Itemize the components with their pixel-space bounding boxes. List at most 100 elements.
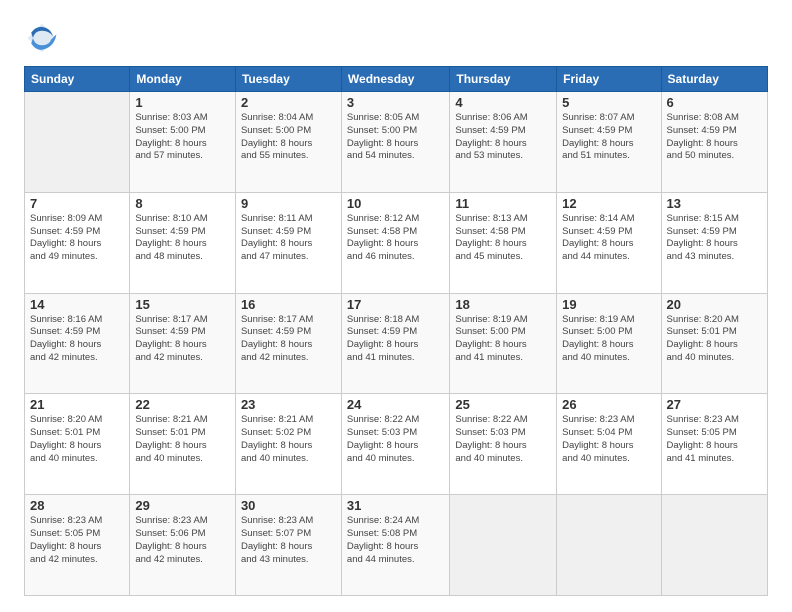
day-number: 5 [562,95,655,110]
day-info: Sunrise: 8:23 AM Sunset: 5:05 PM Dayligh… [667,414,762,465]
calendar-day-cell: 15 Sunrise: 8:17 AM Sunset: 4:59 PM Dayli… [130,293,236,394]
logo-icon [24,20,60,56]
day-number: 25 [455,397,551,412]
calendar-day-cell [557,495,661,596]
day-info: Sunrise: 8:04 AM Sunset: 5:00 PM Dayligh… [241,112,336,163]
day-info: Sunrise: 8:14 AM Sunset: 4:59 PM Dayligh… [562,213,655,264]
day-info: Sunrise: 8:16 AM Sunset: 4:59 PM Dayligh… [30,314,124,365]
calendar-day-cell: 10 Sunrise: 8:12 AM Sunset: 4:58 PM Dayli… [341,192,449,293]
calendar-day-cell: 31 Sunrise: 8:24 AM Sunset: 5:08 PM Dayli… [341,495,449,596]
day-number: 24 [347,397,444,412]
day-number: 22 [135,397,230,412]
day-info: Sunrise: 8:07 AM Sunset: 4:59 PM Dayligh… [562,112,655,163]
calendar-day-cell: 9 Sunrise: 8:11 AM Sunset: 4:59 PM Daylig… [235,192,341,293]
day-info: Sunrise: 8:05 AM Sunset: 5:00 PM Dayligh… [347,112,444,163]
calendar-day-cell: 27 Sunrise: 8:23 AM Sunset: 5:05 PM Dayli… [661,394,767,495]
day-number: 31 [347,498,444,513]
calendar-day-cell: 14 Sunrise: 8:16 AM Sunset: 4:59 PM Dayli… [25,293,130,394]
calendar-day-cell: 11 Sunrise: 8:13 AM Sunset: 4:58 PM Dayli… [450,192,557,293]
day-number: 15 [135,297,230,312]
day-number: 29 [135,498,230,513]
calendar-week-row: 1 Sunrise: 8:03 AM Sunset: 5:00 PM Daylig… [25,92,768,193]
calendar-day-header: Monday [130,67,236,92]
calendar-day-header: Saturday [661,67,767,92]
calendar-day-cell: 1 Sunrise: 8:03 AM Sunset: 5:00 PM Daylig… [130,92,236,193]
header [24,20,768,56]
day-number: 17 [347,297,444,312]
page: SundayMondayTuesdayWednesdayThursdayFrid… [0,0,792,612]
logo [24,20,64,56]
calendar-header-row: SundayMondayTuesdayWednesdayThursdayFrid… [25,67,768,92]
day-info: Sunrise: 8:23 AM Sunset: 5:07 PM Dayligh… [241,515,336,566]
calendar-week-row: 28 Sunrise: 8:23 AM Sunset: 5:05 PM Dayli… [25,495,768,596]
day-number: 1 [135,95,230,110]
calendar-week-row: 14 Sunrise: 8:16 AM Sunset: 4:59 PM Dayli… [25,293,768,394]
day-info: Sunrise: 8:23 AM Sunset: 5:06 PM Dayligh… [135,515,230,566]
calendar-day-cell: 18Sunrise: 8:19 AM Sunset: 5:00 PM Dayli… [450,293,557,394]
calendar-day-cell: 4 Sunrise: 8:06 AM Sunset: 4:59 PM Daylig… [450,92,557,193]
day-info: Sunrise: 8:13 AM Sunset: 4:58 PM Dayligh… [455,213,551,264]
day-number: 20 [667,297,762,312]
day-info: Sunrise: 8:08 AM Sunset: 4:59 PM Dayligh… [667,112,762,163]
calendar-day-cell: 3Sunrise: 8:05 AM Sunset: 5:00 PM Daylig… [341,92,449,193]
calendar-day-cell [661,495,767,596]
day-number: 30 [241,498,336,513]
calendar-day-header: Tuesday [235,67,341,92]
day-number: 2 [241,95,336,110]
calendar-day-header: Sunday [25,67,130,92]
day-number: 8 [135,196,230,211]
day-info: Sunrise: 8:06 AM Sunset: 4:59 PM Dayligh… [455,112,551,163]
day-number: 19 [562,297,655,312]
day-info: Sunrise: 8:11 AM Sunset: 4:59 PM Dayligh… [241,213,336,264]
calendar-day-cell [450,495,557,596]
day-number: 23 [241,397,336,412]
day-info: Sunrise: 8:23 AM Sunset: 5:04 PM Dayligh… [562,414,655,465]
day-info: Sunrise: 8:24 AM Sunset: 5:08 PM Dayligh… [347,515,444,566]
calendar-day-cell: 24 Sunrise: 8:22 AM Sunset: 5:03 PM Dayli… [341,394,449,495]
day-info: Sunrise: 8:19 AM Sunset: 5:00 PM Dayligh… [562,314,655,365]
calendar-day-cell: 5 Sunrise: 8:07 AM Sunset: 4:59 PM Daylig… [557,92,661,193]
day-number: 14 [30,297,124,312]
calendar-day-cell: 29 Sunrise: 8:23 AM Sunset: 5:06 PM Dayli… [130,495,236,596]
calendar-day-cell: 30 Sunrise: 8:23 AM Sunset: 5:07 PM Dayli… [235,495,341,596]
calendar-day-cell: 26 Sunrise: 8:23 AM Sunset: 5:04 PM Dayli… [557,394,661,495]
day-info: Sunrise: 8:19 AM Sunset: 5:00 PM Dayligh… [455,314,551,365]
calendar-day-header: Wednesday [341,67,449,92]
day-info: Sunrise: 8:20 AM Sunset: 5:01 PM Dayligh… [30,414,124,465]
day-info: Sunrise: 8:17 AM Sunset: 4:59 PM Dayligh… [135,314,230,365]
calendar-day-header: Thursday [450,67,557,92]
day-number: 26 [562,397,655,412]
calendar-day-cell: 12Sunrise: 8:14 AM Sunset: 4:59 PM Dayli… [557,192,661,293]
day-number: 10 [347,196,444,211]
day-info: Sunrise: 8:03 AM Sunset: 5:00 PM Dayligh… [135,112,230,163]
day-number: 27 [667,397,762,412]
calendar-day-cell: 21 Sunrise: 8:20 AM Sunset: 5:01 PM Dayli… [25,394,130,495]
day-info: Sunrise: 8:22 AM Sunset: 5:03 PM Dayligh… [347,414,444,465]
day-info: Sunrise: 8:12 AM Sunset: 4:58 PM Dayligh… [347,213,444,264]
calendar-day-cell: 16Sunrise: 8:17 AM Sunset: 4:59 PM Dayli… [235,293,341,394]
day-number: 13 [667,196,762,211]
day-number: 9 [241,196,336,211]
calendar-day-cell: 8Sunrise: 8:10 AM Sunset: 4:59 PM Daylig… [130,192,236,293]
calendar-table: SundayMondayTuesdayWednesdayThursdayFrid… [24,66,768,596]
calendar-week-row: 21 Sunrise: 8:20 AM Sunset: 5:01 PM Dayli… [25,394,768,495]
day-number: 11 [455,196,551,211]
calendar-day-cell: 6 Sunrise: 8:08 AM Sunset: 4:59 PM Daylig… [661,92,767,193]
day-info: Sunrise: 8:18 AM Sunset: 4:59 PM Dayligh… [347,314,444,365]
day-number: 6 [667,95,762,110]
day-number: 28 [30,498,124,513]
calendar-day-cell: 19 Sunrise: 8:19 AM Sunset: 5:00 PM Dayli… [557,293,661,394]
day-number: 4 [455,95,551,110]
day-info: Sunrise: 8:17 AM Sunset: 4:59 PM Dayligh… [241,314,336,365]
day-number: 7 [30,196,124,211]
calendar-day-header: Friday [557,67,661,92]
day-info: Sunrise: 8:22 AM Sunset: 5:03 PM Dayligh… [455,414,551,465]
calendar-day-cell: 28 Sunrise: 8:23 AM Sunset: 5:05 PM Dayli… [25,495,130,596]
day-info: Sunrise: 8:09 AM Sunset: 4:59 PM Dayligh… [30,213,124,264]
calendar-day-cell: 22 Sunrise: 8:21 AM Sunset: 5:01 PM Dayli… [130,394,236,495]
calendar-day-cell: 7 Sunrise: 8:09 AM Sunset: 4:59 PM Daylig… [25,192,130,293]
day-number: 21 [30,397,124,412]
day-info: Sunrise: 8:21 AM Sunset: 5:01 PM Dayligh… [135,414,230,465]
day-info: Sunrise: 8:23 AM Sunset: 5:05 PM Dayligh… [30,515,124,566]
day-info: Sunrise: 8:15 AM Sunset: 4:59 PM Dayligh… [667,213,762,264]
